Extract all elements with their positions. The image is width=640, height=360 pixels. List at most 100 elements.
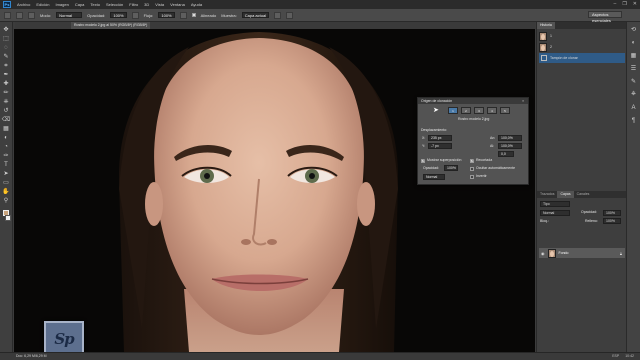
invert-checkbox[interactable] (470, 175, 474, 179)
close-icon[interactable]: ✕ (633, 1, 637, 7)
fill-field[interactable]: 100% (603, 218, 621, 224)
maximize-icon[interactable]: ❐ (622, 1, 626, 7)
character-icon[interactable]: A (630, 104, 637, 111)
history-snapshot-2[interactable]: 2 (539, 42, 625, 52)
aligned-checkbox[interactable] (191, 13, 196, 17)
menu-archivo[interactable]: Archivo (17, 2, 30, 7)
document-tab-strip: Rostro modelo 2.jpg al 50% (RGB/8*) (RGB… (15, 22, 535, 29)
menu-3d[interactable]: 3D (144, 2, 149, 7)
h-label: Al: (490, 144, 495, 148)
x-label: X: (422, 136, 426, 140)
canvas[interactable]: Sp (14, 29, 535, 352)
minimize-icon[interactable]: – (614, 1, 617, 7)
history-item-label: Tampón de clonar (550, 56, 578, 60)
history-icon[interactable]: ⟲ (630, 26, 637, 33)
background-color-swatch[interactable] (5, 215, 11, 221)
layer-filter-select[interactable]: Tipo (540, 201, 570, 207)
menu-texto[interactable]: Texto (90, 2, 100, 7)
workspace-select[interactable]: Aspectos esenciales (588, 11, 622, 23)
overlay-opacity-label: Opacidad: (423, 166, 439, 170)
brush-preset-icon[interactable] (16, 11, 23, 19)
move-tool-icon[interactable]: ✥ (3, 26, 10, 33)
layer-row-background[interactable]: ◉ Fondo 🔒︎ (539, 248, 625, 258)
eye-icon[interactable]: ◉ (541, 251, 545, 256)
paragraph-icon[interactable]: ¶ (630, 117, 637, 124)
menu-seleccion[interactable]: Selección (106, 2, 123, 7)
adjustments-icon[interactable]: ◐ (630, 39, 637, 46)
snapshot-thumbnail (539, 31, 547, 41)
height-scale-field[interactable]: 100,0% (498, 143, 522, 149)
watermark-text: Sp (54, 330, 74, 348)
overlay-blend-select[interactable]: Normal (423, 174, 445, 180)
history-snapshot-1[interactable]: 1 (539, 31, 625, 41)
flow-field[interactable]: 100% (158, 12, 175, 18)
type-tool-icon[interactable]: T (3, 161, 10, 168)
menu-capa[interactable]: Capa (75, 2, 85, 7)
zoom-tool-icon[interactable]: ⚲ (3, 197, 10, 204)
offset-y-field[interactable]: -7 px (428, 143, 452, 149)
styles-icon[interactable]: ▦ (630, 52, 637, 59)
path-select-tool-icon[interactable]: ➤ (3, 170, 10, 177)
offset-x-field[interactable]: 235 px (428, 135, 452, 141)
show-overlay-checkbox[interactable] (421, 158, 425, 163)
eyedropper-tool-icon[interactable]: ✒ (3, 71, 10, 78)
brush-tool-icon[interactable]: ✏ (3, 89, 10, 96)
menu-ventana[interactable]: Ventana (170, 2, 185, 7)
ignore-adjustment-icon[interactable] (274, 11, 282, 19)
sample-select[interactable]: Capa actual (241, 12, 270, 18)
crop-tool-icon[interactable]: ⌗ (3, 62, 10, 69)
layer-blend-select[interactable]: Normal (540, 210, 570, 216)
tab-channels[interactable]: Canales (574, 191, 593, 198)
layer-opacity-field[interactable]: 100% (603, 210, 621, 216)
clone-stamp-preset-icon[interactable] (4, 11, 11, 19)
quick-select-tool-icon[interactable]: ✎ (3, 53, 10, 60)
tab-paths[interactable]: Trazados (537, 191, 557, 198)
pen-tool-icon[interactable]: ✑ (3, 152, 10, 159)
clone-stamp-tool-icon[interactable]: ⎈ (3, 98, 10, 105)
airbrush-icon[interactable] (179, 11, 187, 19)
history-brush-tool-icon[interactable]: ↺ (3, 107, 10, 114)
clone-source-1-button[interactable]: 1 (448, 107, 458, 114)
clone-source-3-button[interactable]: 3 (474, 107, 484, 114)
marquee-tool-icon[interactable]: ⬚ (3, 35, 10, 42)
hand-tool-icon[interactable]: ✋ (2, 188, 9, 195)
tab-history[interactable]: Historia (537, 22, 555, 29)
collapsed-panel-strip: ⟲ ◐ ▦ ☰ ✎ ⎈ A ¶ (626, 22, 640, 352)
clone-source-5-button[interactable]: 5 (500, 107, 510, 114)
brush-panel-icon[interactable]: ✎ (630, 78, 637, 85)
shape-tool-icon[interactable]: ▭ (3, 179, 10, 186)
overlay-opacity-field[interactable]: 100% (444, 165, 458, 171)
properties-icon[interactable]: ☰ (630, 65, 637, 72)
width-scale-field[interactable]: 100,0% (498, 135, 522, 141)
gradient-tool-icon[interactable]: ▦ (3, 125, 10, 132)
tab-layers[interactable]: Capas (557, 191, 574, 198)
clone-source-4-button[interactable]: 4 (487, 107, 497, 114)
lasso-tool-icon[interactable]: ◌ (3, 44, 10, 51)
angle-field[interactable]: 0,0 (498, 151, 514, 157)
pressure-opacity-icon[interactable] (131, 11, 139, 19)
auto-hide-checkbox[interactable] (470, 167, 474, 171)
mode-select[interactable]: Normal (56, 12, 83, 18)
menu-edicion[interactable]: Edición (36, 2, 49, 7)
clone-source-2-button[interactable]: 2 (461, 107, 471, 114)
blur-tool-icon[interactable]: ◐ (3, 134, 10, 141)
clone-source-panel: Origen de clonación ≡ 1 2 3 4 5 Rostro m… (417, 97, 529, 185)
eraser-tool-icon[interactable]: ⌫ (2, 116, 10, 123)
layer-name: Fondo (558, 251, 569, 255)
menu-imagen[interactable]: Imagen (55, 2, 68, 7)
clone-stamp-icon (541, 55, 547, 61)
opacity-field[interactable]: 100% (110, 12, 127, 18)
dodge-tool-icon[interactable]: ◔ (3, 143, 10, 150)
clone-source-panel-icon[interactable] (28, 11, 35, 19)
history-state-clone-stamp[interactable]: Tampón de clonar (539, 53, 625, 63)
clone-source-icon[interactable]: ⎈ (630, 91, 637, 98)
panel-menu-icon[interactable]: ≡ (522, 98, 524, 104)
menu-filtro[interactable]: Filtro (129, 2, 138, 7)
doc-info: Doc: 6,29 M/6,29 M (16, 354, 47, 358)
document-tab[interactable]: Rostro modelo 2.jpg al 50% (RGB/8*) (RGB… (71, 22, 151, 29)
clipped-checkbox[interactable] (470, 158, 474, 163)
healing-tool-icon[interactable]: ✚ (3, 80, 10, 87)
menu-vista[interactable]: Vista (155, 2, 164, 7)
pressure-size-icon[interactable] (286, 11, 294, 19)
menu-ayuda[interactable]: Ayuda (191, 2, 202, 7)
